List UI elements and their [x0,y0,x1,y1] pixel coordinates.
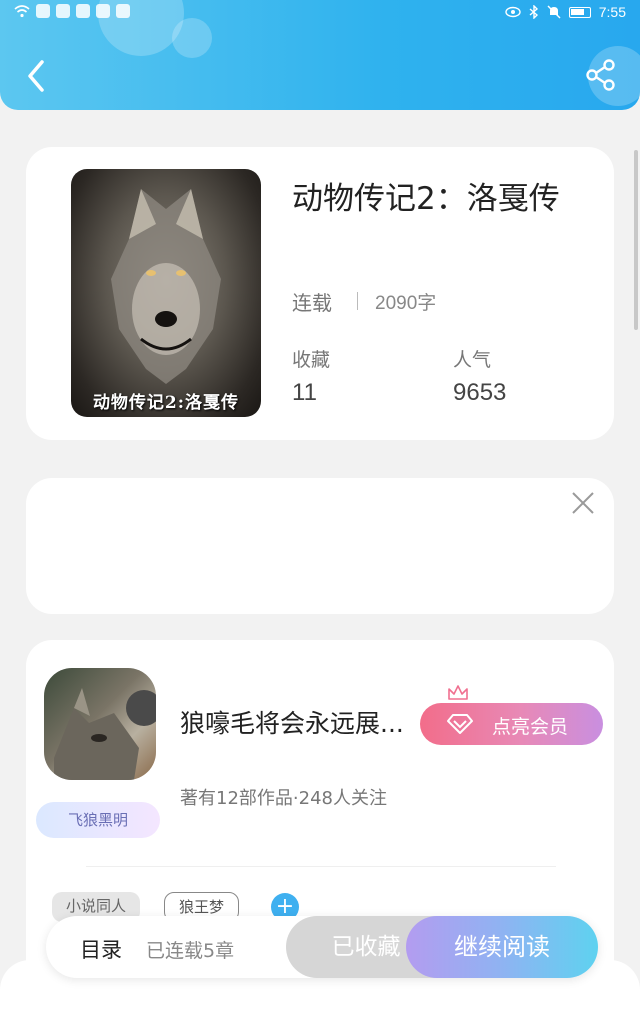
chapter-count: 已连载5章 [146,940,235,962]
battery-icon [568,6,591,18]
collect-count: 11 [292,379,317,406]
mute-icon [547,5,561,19]
divider [86,866,556,867]
ad-card [26,478,614,614]
vip-button[interactable]: 点亮会员 [420,703,603,745]
author-summary: 著有12部作品·248人关注 [180,788,387,809]
wifi-icon [14,5,30,18]
cover-caption: 动物传记2:洛戛传 [92,393,240,413]
header-bar: 7:55 [0,0,640,110]
status-time: 7:55 [598,4,626,20]
diamond-icon [447,714,473,734]
notification-icon [76,4,90,18]
back-icon[interactable] [22,58,50,94]
notification-icon [56,4,70,18]
status-icons-left [14,4,130,18]
author-nameplate: 飞狼黑明 [36,802,160,838]
notification-icon [96,4,110,18]
bottom-action-bar: 目录 已连载5章 已收藏 继续阅读 [46,916,598,978]
notification-icon [116,4,130,18]
continue-reading-button[interactable]: 继续阅读 [406,916,598,978]
divider [357,292,358,310]
avatar-illustration [54,688,156,780]
share-icon[interactable] [584,58,618,92]
popularity-label: 人气 [453,349,492,371]
author-name[interactable]: 狼嚎毛将会永远展... [180,704,404,740]
scrollbar[interactable] [634,150,638,330]
crown-icon [448,685,468,700]
vip-label: 点亮会员 [492,716,569,738]
word-count: 2090字 [375,293,437,314]
popularity-count: 9653 [453,379,507,406]
wolf-illustration [111,189,221,384]
book-cover[interactable]: 动物传记2:洛戛传 [71,169,261,417]
bluetooth-icon [529,5,538,19]
book-info-card: 动物传记2:洛戛传 动物传记2：洛戛传 连载 2090字 收藏 11 人气 96… [26,147,614,440]
status-bar: 7:55 [0,0,640,26]
book-status: 连载 [292,291,332,315]
book-title: 动物传记2：洛戛传 [292,181,560,217]
close-icon[interactable] [570,490,596,516]
collect-label: 收藏 [292,349,331,371]
eye-icon [505,6,521,18]
toc-button[interactable]: 目录 [80,934,122,964]
avatar[interactable] [44,668,156,780]
notification-icon [36,4,50,18]
status-icons-right: 7:55 [505,4,626,20]
